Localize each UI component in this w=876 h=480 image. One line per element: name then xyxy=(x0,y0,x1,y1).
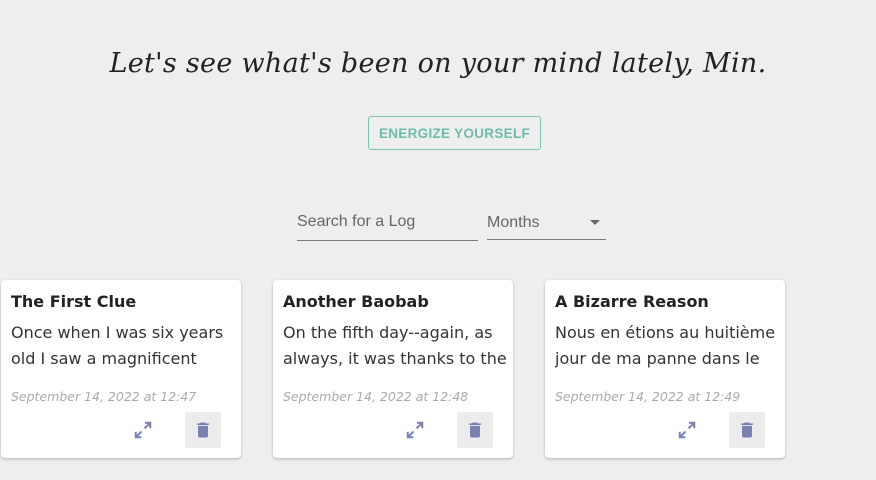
expand-button[interactable] xyxy=(397,412,433,448)
trash-icon xyxy=(469,422,481,438)
log-title: Another Baobab xyxy=(283,292,429,311)
expand-icon xyxy=(678,421,696,439)
trash-icon xyxy=(197,422,209,438)
expand-button[interactable] xyxy=(669,412,705,448)
delete-button[interactable] xyxy=(457,412,493,448)
delete-button[interactable] xyxy=(185,412,221,448)
energize-yourself-button[interactable]: ENERGIZE YOURSELF xyxy=(368,116,541,150)
log-date: September 14, 2022 at 12:48 xyxy=(283,389,469,404)
log-card: A Bizarre Reason Nous en étions au huiti… xyxy=(545,280,785,458)
log-date: September 14, 2022 at 12:49 xyxy=(555,389,741,404)
search-field xyxy=(297,206,478,241)
expand-icon xyxy=(134,421,152,439)
page-headline: Let's see what's been on your mind latel… xyxy=(109,48,767,79)
expand-icon xyxy=(406,421,424,439)
log-date: September 14, 2022 at 12:47 xyxy=(11,389,197,404)
dropdown-caret-icon xyxy=(590,220,600,225)
delete-button[interactable] xyxy=(729,412,765,448)
log-excerpt: On the fifth day--again, as always, it w… xyxy=(283,323,507,368)
months-select[interactable]: Months xyxy=(487,206,606,240)
log-card: Another Baobab On the fifth day--again, … xyxy=(273,280,513,458)
log-excerpt: Nous en étions au huitième jour de ma pa… xyxy=(555,323,776,368)
expand-button[interactable] xyxy=(125,412,161,448)
log-card: The First Clue Once when I was six years… xyxy=(1,280,241,458)
log-excerpt: Once when I was six years old I saw a ma… xyxy=(11,323,224,368)
log-title: A Bizarre Reason xyxy=(555,292,709,311)
months-select-label: Months xyxy=(487,213,540,231)
trash-icon xyxy=(741,422,753,438)
log-title: The First Clue xyxy=(11,292,137,311)
search-input[interactable] xyxy=(297,206,478,238)
